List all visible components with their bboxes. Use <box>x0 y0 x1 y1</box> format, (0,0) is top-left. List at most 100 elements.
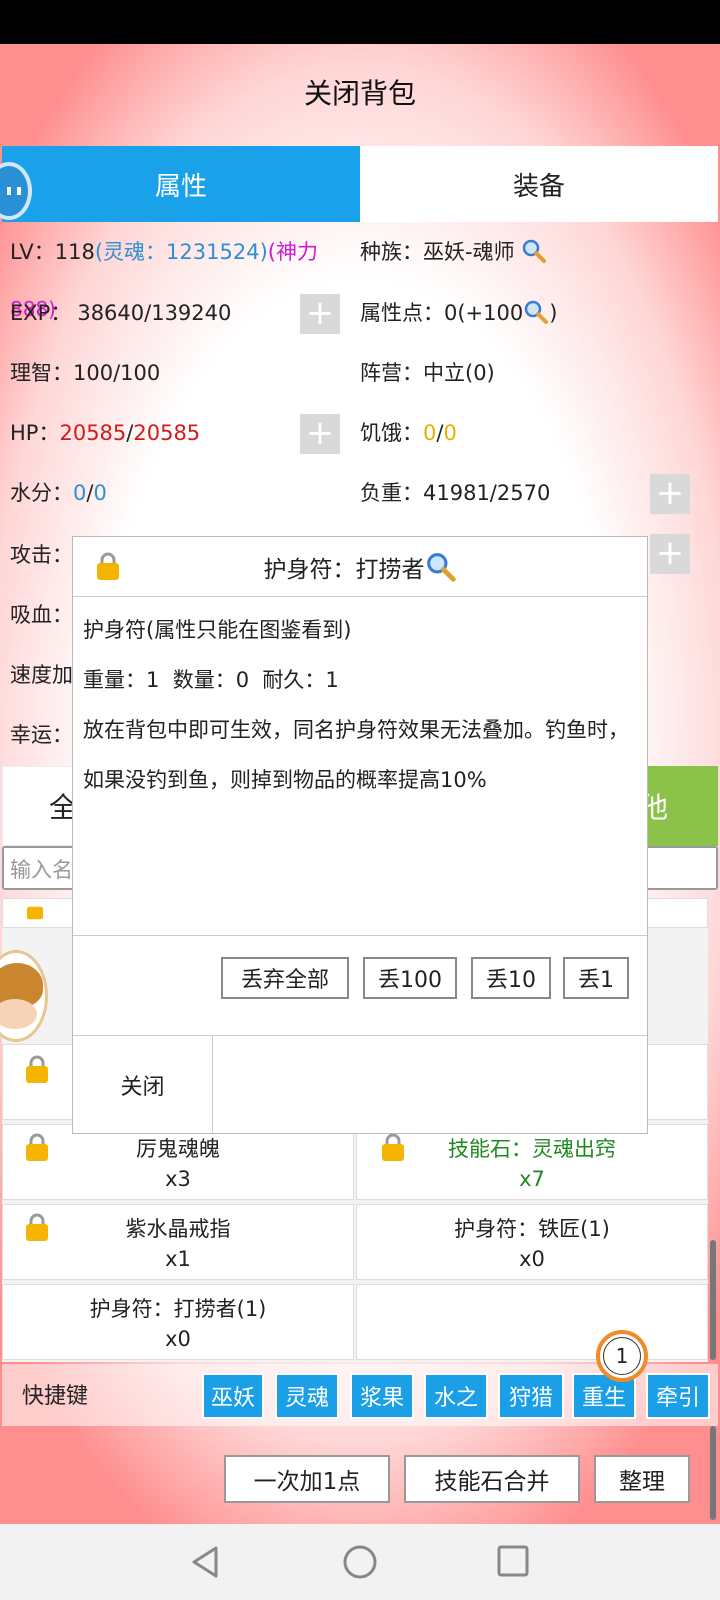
attack-label: 攻击： <box>10 543 73 567</box>
show-all-button[interactable]: 全 <box>2 766 82 846</box>
lock-icon[interactable] <box>380 1132 406 1166</box>
lock-icon[interactable] <box>24 1212 50 1246</box>
magnifier-icon[interactable] <box>523 299 549 325</box>
shortcut-skill-pull[interactable]: 牵引 <box>646 1373 710 1419</box>
points-tail: ) <box>549 301 558 325</box>
load-label: 负重： <box>360 481 423 505</box>
item-cell[interactable]: 护身符：铁匠(1) x0 <box>356 1204 708 1280</box>
item-name: 护身符：铁匠(1) <box>454 1217 610 1241</box>
lock-icon[interactable] <box>24 1054 50 1088</box>
magnifier-icon[interactable] <box>425 551 457 583</box>
item-name: 紫水晶戒指 <box>125 1217 231 1241</box>
hunger-label: 饥饿： <box>360 421 423 445</box>
camp-row: 阵营：中立(0) <box>360 357 495 387</box>
water-row: 水分：0/0 <box>10 477 107 507</box>
exp-label: EXP： <box>10 301 72 325</box>
lock-icon[interactable] <box>24 898 46 920</box>
item-detail-dialog: 护身符：打捞者 护身符(属性只能在图鉴看到) 重量：1 数量：0 耐久：1 放在… <box>72 536 648 1134</box>
discard-100-button[interactable]: 丢100 <box>363 957 457 999</box>
tab-equipment[interactable]: 装备 <box>360 146 718 222</box>
race-value: 巫妖-魂师 <box>423 240 515 264</box>
load-value: 41981/2570 <box>423 481 551 505</box>
shortcut-skill-lich[interactable]: 巫妖 <box>202 1373 264 1419</box>
shortcut-skill-hunt[interactable]: 狩猎 <box>498 1373 564 1419</box>
lv-value: 118 <box>54 240 95 264</box>
item-qty: x3 <box>165 1167 191 1191</box>
dialog-line-2: 重量：1 数量：0 耐久：1 <box>83 668 339 692</box>
lock-icon[interactable] <box>95 551 121 585</box>
hunger-row: 饥饿：0/0 <box>360 417 457 447</box>
attack-plus-button[interactable]: + <box>650 534 690 574</box>
race-label: 种族： <box>360 240 423 264</box>
points-label: 属性点： <box>360 301 444 325</box>
notification-badge[interactable]: 1 <box>596 1330 648 1382</box>
item-cell[interactable]: 护身符：打捞者(1) x0 <box>2 1284 354 1360</box>
exp-value: 38640/139240 <box>77 301 232 325</box>
dialog-header: 护身符：打捞者 <box>73 537 647 597</box>
home-icon[interactable] <box>342 1544 378 1580</box>
load-plus-button[interactable]: + <box>650 474 690 514</box>
item-qty: x7 <box>519 1167 545 1191</box>
tab-attributes[interactable]: 属性 <box>2 146 360 222</box>
sanity-value: 100/100 <box>73 361 161 385</box>
dialog-description: 放在背包中即可生效，同名护身符效果无法叠加。钓鱼时，如果没钓到鱼，则掉到物品的概… <box>83 718 629 792</box>
load-row: 负重：41981/2570 <box>360 477 550 507</box>
water-max: 0 <box>93 481 107 505</box>
water-label: 水分： <box>10 481 73 505</box>
dialog-body: 护身符(属性只能在图鉴看到) 重量：1 数量：0 耐久：1 放在背包中即可生效，… <box>83 605 631 805</box>
luck-label: 幸运： <box>10 723 73 747</box>
lifesteal-label: 吸血： <box>10 603 73 627</box>
close-bag-title[interactable]: 关闭背包 <box>0 44 720 140</box>
other-button[interactable]: 他 <box>640 766 718 846</box>
item-cell[interactable]: 厉鬼魂魄 x3 <box>2 1124 354 1200</box>
shortcut-label: 快捷键 <box>22 1384 89 1409</box>
recents-icon[interactable] <box>496 1544 530 1578</box>
hp-plus-button[interactable]: + <box>300 414 340 454</box>
item-qty: x0 <box>519 1247 545 1271</box>
item-name: 技能石：灵魂出窍 <box>448 1137 616 1161</box>
item-cell[interactable]: 紫水晶戒指 x1 <box>2 1204 354 1280</box>
hp-current: 20585 <box>59 421 127 445</box>
sort-button[interactable]: 整理 <box>594 1455 690 1503</box>
item-name: 护身符：打捞者(1) <box>89 1297 267 1321</box>
back-icon[interactable] <box>188 1544 222 1580</box>
lock-icon[interactable] <box>24 1132 50 1166</box>
shortcut-skill-berry[interactable]: 浆果 <box>350 1373 414 1419</box>
hp-label: HP： <box>10 421 60 445</box>
camp-label: 阵营： <box>360 361 423 385</box>
sanity-row: 理智：100/100 <box>10 357 160 387</box>
hp-max: 20585 <box>133 421 201 445</box>
shortcut-skill-soul[interactable]: 灵魂 <box>275 1373 339 1419</box>
scrollbar-thumb[interactable] <box>710 1426 716 1520</box>
discard-1-button[interactable]: 丢1 <box>563 957 629 999</box>
hunger-max: 0 <box>443 421 457 445</box>
discard-10-button[interactable]: 丢10 <box>471 957 551 999</box>
item-name: 厉鬼魂魄 <box>136 1137 220 1161</box>
navigation-bar <box>0 1524 720 1600</box>
camp-value: 中立(0) <box>423 361 495 385</box>
magnifier-icon[interactable] <box>521 238 547 264</box>
item-qty: x1 <box>165 1247 191 1271</box>
add-one-point-button[interactable]: 一次加1点 <box>224 1455 390 1503</box>
scrollbar-thumb[interactable] <box>710 1240 716 1360</box>
exp-plus-button[interactable]: + <box>300 294 340 334</box>
lv-row: LV：118(灵魂：1231524)(神力 <box>10 236 318 266</box>
discard-all-button[interactable]: 丢弃全部 <box>221 957 349 999</box>
status-bar <box>0 0 720 44</box>
divider <box>73 935 647 936</box>
merge-skill-stones-button[interactable]: 技能石合并 <box>404 1455 580 1503</box>
race-row: 种族：巫妖-魂师 <box>360 236 547 266</box>
shortcut-skill-water[interactable]: 水之 <box>424 1373 488 1419</box>
lv-label: LV： <box>10 240 55 264</box>
dialog-close-button[interactable]: 关闭 <box>73 1036 213 1133</box>
speed-label: 速度加 <box>10 663 73 687</box>
water-current: 0 <box>73 481 87 505</box>
points-value: 0(+100 <box>444 301 524 325</box>
hunger-current: 0 <box>423 421 437 445</box>
dialog-line-1: 护身符(属性只能在图鉴看到) <box>83 618 352 642</box>
dialog-title: 护身符：打捞者 <box>263 556 425 583</box>
item-cell[interactable]: 技能石：灵魂出窍 x7 <box>356 1124 708 1200</box>
item-qty: x0 <box>165 1327 191 1351</box>
exp-row: EXP： 38640/139240 <box>10 297 231 327</box>
soul-value: (灵魂：1231524) <box>94 240 268 264</box>
